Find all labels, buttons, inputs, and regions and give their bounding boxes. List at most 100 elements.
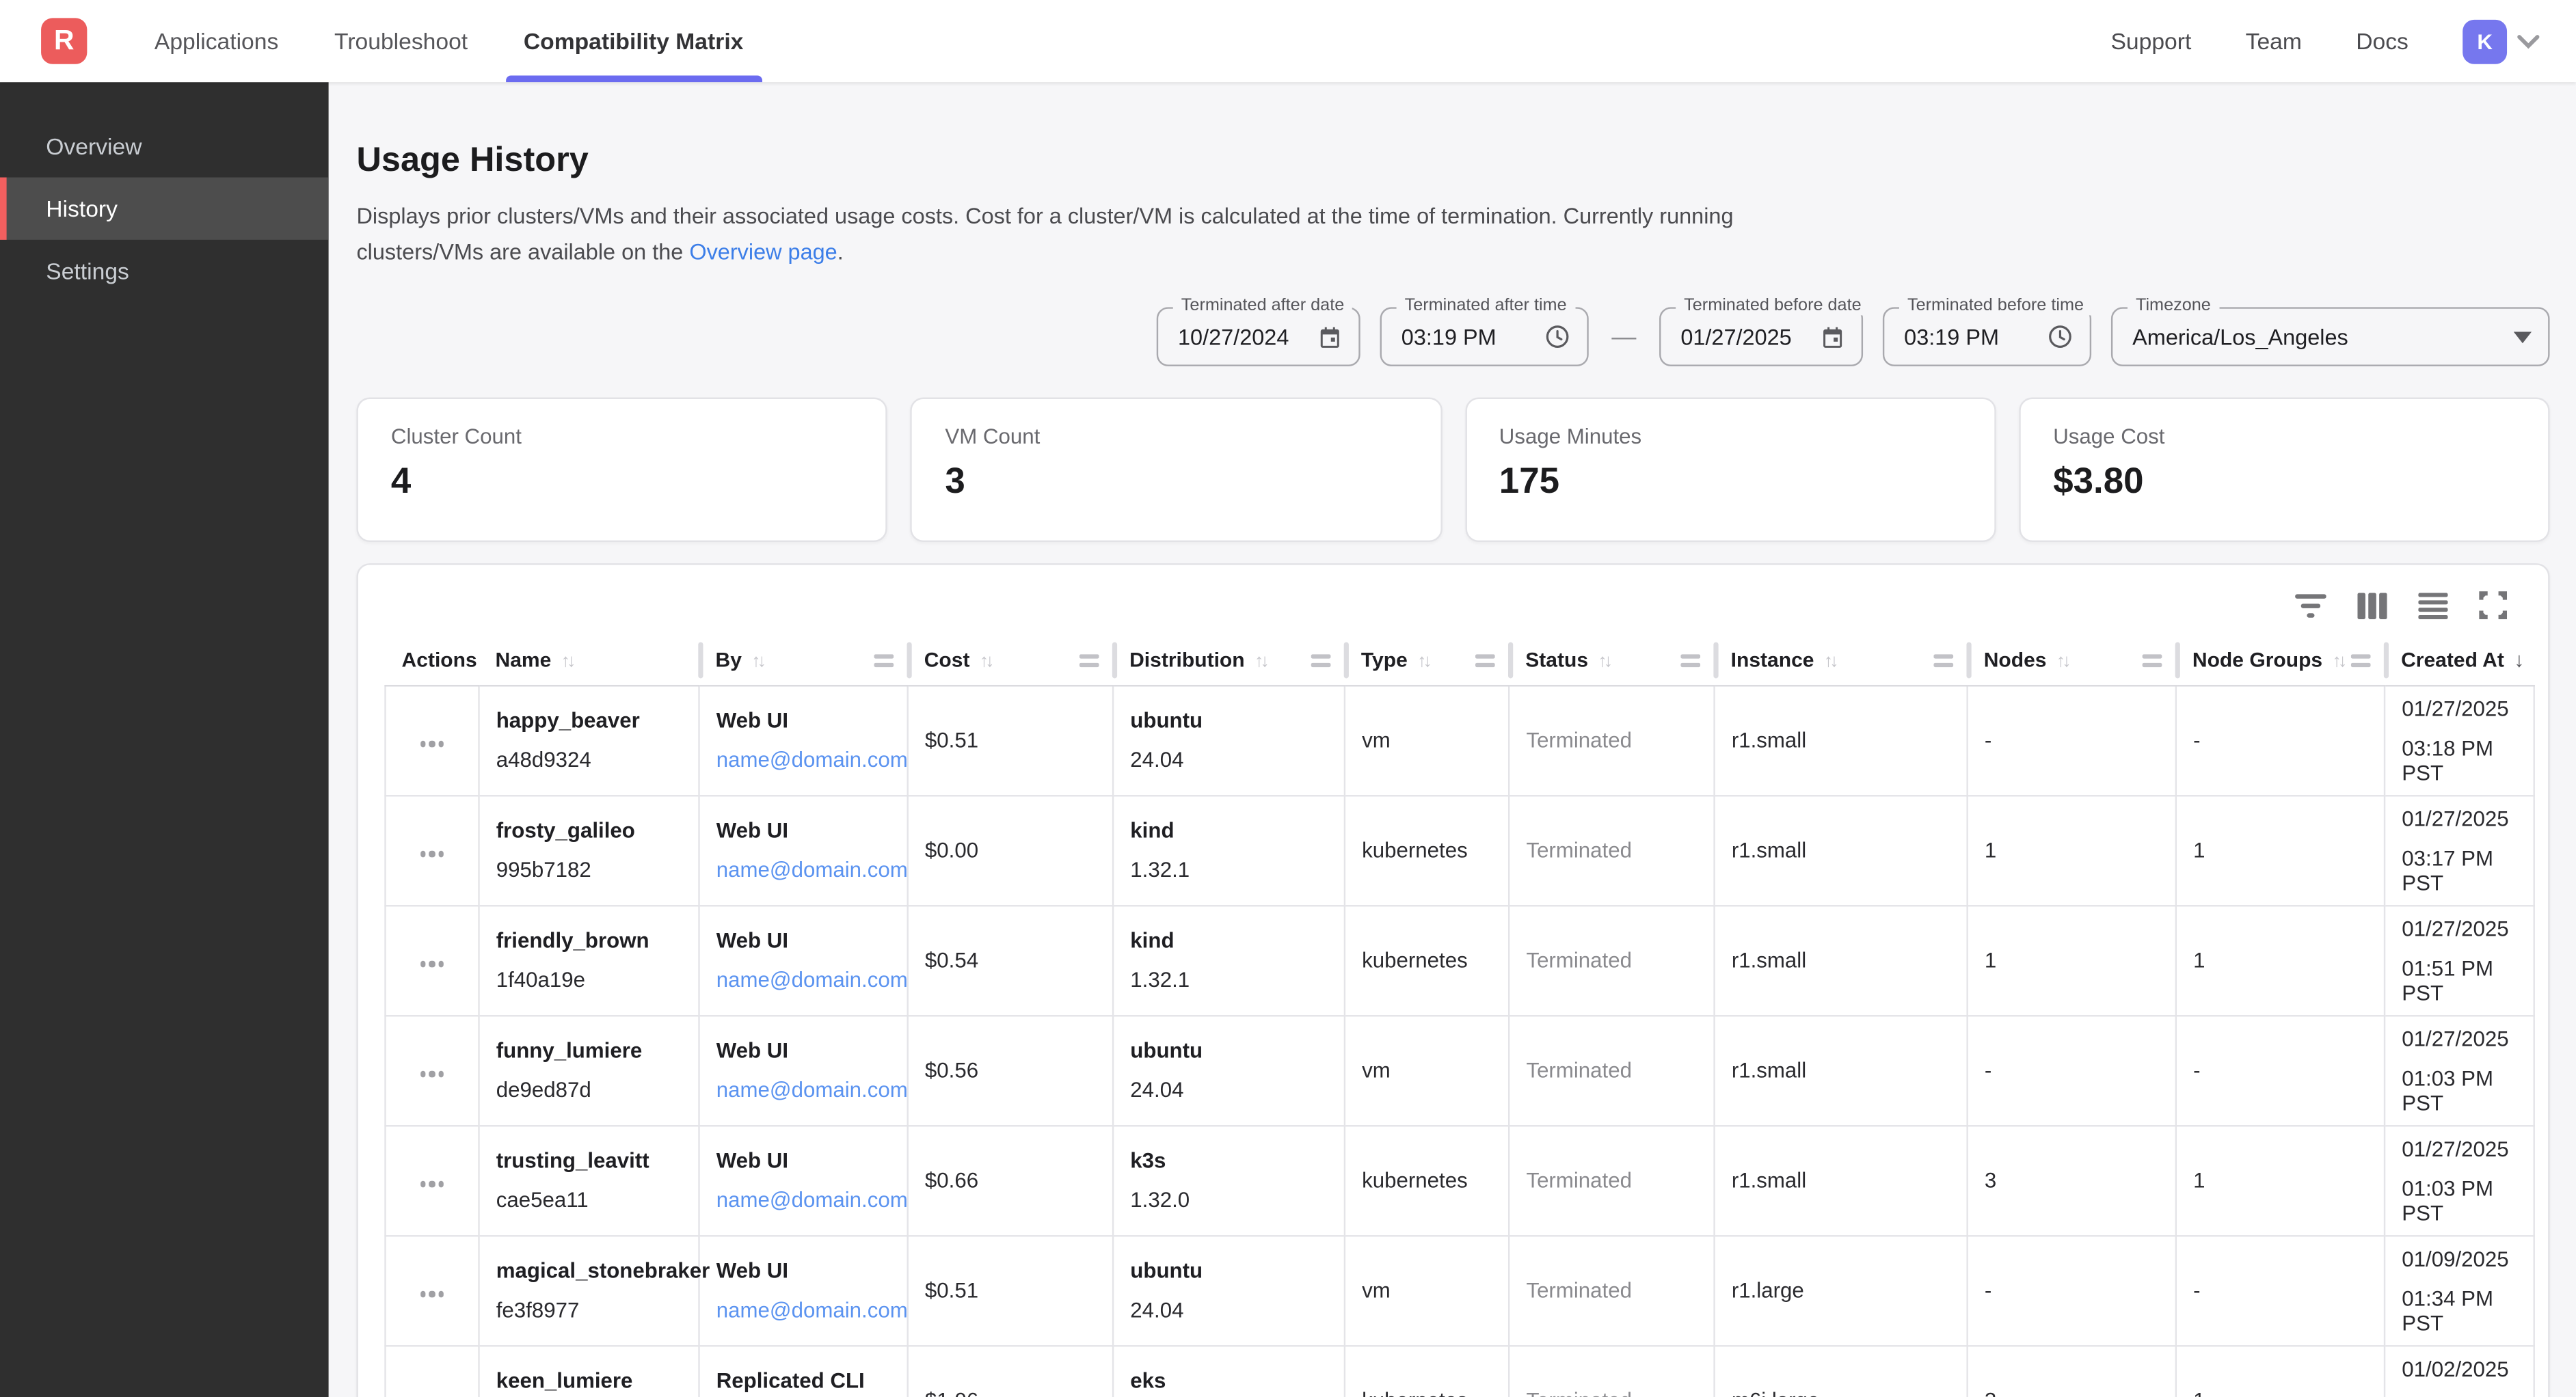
- field-value[interactable]: America/Los_Angeles: [2132, 325, 2348, 349]
- terminated-after-date-input[interactable]: Terminated after date 10/27/2024: [1157, 307, 1360, 366]
- terminated-before-date-input[interactable]: Terminated before date 01/27/2025: [1659, 307, 1863, 366]
- col-header-by[interactable]: By↑↓: [699, 636, 908, 685]
- calendar-icon[interactable]: [1821, 325, 1845, 349]
- active-tab-indicator: [505, 76, 761, 83]
- tab-label: Compatibility Matrix: [524, 28, 744, 54]
- sidebar-item-overview[interactable]: Overview: [0, 115, 329, 177]
- column-menu-icon[interactable]: [1475, 653, 1494, 668]
- tab-applications[interactable]: Applications: [126, 0, 306, 82]
- row-actions-button[interactable]: [414, 845, 451, 863]
- column-menu-icon[interactable]: [873, 653, 893, 668]
- email-link[interactable]: name@domain.com: [716, 967, 908, 992]
- col-header-status[interactable]: Status↑↓: [1509, 636, 1714, 685]
- usage-history-table: Actions Name↑↓ By↑↓ Cost↑↓ Distribution↑…: [384, 636, 2535, 1397]
- row-actions-button[interactable]: [414, 1065, 451, 1083]
- status-cell: Terminated: [1509, 905, 1714, 1015]
- density-icon[interactable]: [2418, 592, 2447, 618]
- row-actions-button[interactable]: [414, 735, 451, 753]
- email-link[interactable]: name@domain.com: [716, 1297, 908, 1322]
- column-menu-icon[interactable]: [1310, 653, 1330, 668]
- avatar[interactable]: K: [2463, 19, 2507, 64]
- actions-cell: [386, 1125, 479, 1235]
- nodes-cell: 1: [1968, 795, 2176, 905]
- instance-cell: r1.small: [1715, 1015, 1968, 1125]
- type-cell: kubernetes: [1345, 1345, 1509, 1397]
- col-header-instance[interactable]: Instance↑↓: [1715, 636, 1968, 685]
- row-actions-button[interactable]: [414, 1285, 451, 1303]
- email-link[interactable]: name@domain.com: [716, 747, 908, 772]
- distribution-cell: ubuntu24.04: [1113, 1015, 1345, 1125]
- field-value[interactable]: 03:19 PM: [1401, 325, 1497, 349]
- column-menu-icon[interactable]: [2350, 653, 2370, 668]
- field-value[interactable]: 01/27/2025: [1680, 325, 1791, 349]
- overview-page-link[interactable]: Overview page: [689, 240, 837, 265]
- sidebar: Overview History Settings: [0, 82, 329, 1397]
- user-menu[interactable]: K: [2463, 19, 2540, 64]
- app-viewport: R Applications Troubleshoot Compatibilit…: [0, 0, 2576, 1397]
- main-content: Usage History Displays prior clusters/VM…: [329, 82, 2576, 1397]
- tab-troubleshoot[interactable]: Troubleshoot: [306, 0, 496, 82]
- by-cell: Web UIname@domain.com: [699, 1125, 908, 1235]
- col-header-type[interactable]: Type↑↓: [1345, 636, 1509, 685]
- timezone-select[interactable]: Timezone America/Los_Angeles: [2111, 307, 2550, 366]
- calendar-icon[interactable]: [1317, 325, 1342, 349]
- col-header-created-at[interactable]: Created At↓: [2385, 636, 2534, 685]
- table-header-row: Actions Name↑↓ By↑↓ Cost↑↓ Distribution↑…: [386, 636, 2534, 685]
- nodes-cell: -: [1968, 685, 2176, 795]
- summary-cards: Cluster Count 4 VM Count 3 Usage Minutes…: [356, 398, 2549, 542]
- column-menu-icon[interactable]: [2141, 653, 2161, 668]
- column-menu-icon[interactable]: [1933, 653, 1953, 668]
- email-link[interactable]: name@domain.com: [716, 1187, 908, 1212]
- col-header-cost[interactable]: Cost↑↓: [908, 636, 1113, 685]
- filter-icon[interactable]: [2295, 592, 2326, 618]
- col-header-distribution[interactable]: Distribution↑↓: [1113, 636, 1345, 685]
- tab-compatibility-matrix[interactable]: Compatibility Matrix: [496, 0, 771, 82]
- table-row: happy_beavera48d9324 Web UIname@domain.c…: [386, 685, 2534, 795]
- field-value[interactable]: 10/27/2024: [1178, 325, 1289, 349]
- terminated-after-time-input[interactable]: Terminated after time 03:19 PM: [1380, 307, 1589, 366]
- email-link[interactable]: name@domain.com: [716, 857, 908, 882]
- column-menu-icon[interactable]: [1680, 653, 1700, 668]
- tab-label: Troubleshoot: [334, 28, 468, 54]
- nodes-cell: -: [1968, 1235, 2176, 1345]
- sidebar-item-settings[interactable]: Settings: [0, 240, 329, 302]
- row-actions-button[interactable]: [414, 955, 451, 973]
- column-menu-icon[interactable]: [1079, 653, 1099, 668]
- field-value[interactable]: 03:19 PM: [1904, 325, 1999, 349]
- card-value: $3.80: [2053, 460, 2515, 502]
- distribution-cell: eks1.31: [1113, 1345, 1345, 1397]
- clock-icon[interactable]: [2047, 323, 2073, 349]
- by-cell: Replicated CLIname@domain.com: [699, 1345, 908, 1397]
- sidebar-item-history[interactable]: History: [0, 178, 329, 240]
- clock-icon[interactable]: [1544, 323, 1570, 349]
- nodes-cell: 3: [1968, 1125, 2176, 1235]
- dropdown-arrow-icon[interactable]: [2514, 331, 2532, 342]
- col-header-name[interactable]: Name↑↓: [479, 636, 699, 685]
- node-groups-cell: -: [2176, 685, 2385, 795]
- link-team[interactable]: Team: [2246, 28, 2302, 54]
- columns-icon[interactable]: [2357, 592, 2387, 618]
- actions-cell: [386, 1015, 479, 1125]
- fullscreen-icon[interactable]: [2479, 591, 2507, 619]
- distribution-cell: ubuntu24.04: [1113, 1235, 1345, 1345]
- col-header-nodes[interactable]: Nodes↑↓: [1968, 636, 2176, 685]
- card-label: Cluster Count: [391, 424, 853, 448]
- email-link[interactable]: name@domain.com: [716, 1077, 908, 1102]
- link-docs[interactable]: Docs: [2356, 28, 2409, 54]
- row-actions-button[interactable]: [414, 1175, 451, 1193]
- created-at-cell: 01/27/202501:03 PM PST: [2385, 1015, 2534, 1125]
- instance-cell: m6i.large: [1715, 1345, 1968, 1397]
- cost-cell: $0.51: [908, 1235, 1113, 1345]
- nodes-cell: -: [1968, 1015, 2176, 1125]
- col-header-node-groups[interactable]: Node Groups↑↓: [2176, 636, 2385, 685]
- app-logo[interactable]: R: [41, 18, 87, 64]
- name-cell: friendly_brown1f40a19e: [479, 905, 699, 1015]
- status-cell: Terminated: [1509, 795, 1714, 905]
- link-support[interactable]: Support: [2110, 28, 2191, 54]
- terminated-before-time-input[interactable]: Terminated before time 03:19 PM: [1883, 307, 2091, 366]
- chevron-down-icon[interactable]: [2517, 33, 2540, 49]
- date-range-separator: —: [1609, 323, 1640, 351]
- name-cell: happy_beavera48d9324: [479, 685, 699, 795]
- topbar-right: Support Team Docs K: [2056, 19, 2540, 64]
- node-groups-cell: 1: [2176, 1345, 2385, 1397]
